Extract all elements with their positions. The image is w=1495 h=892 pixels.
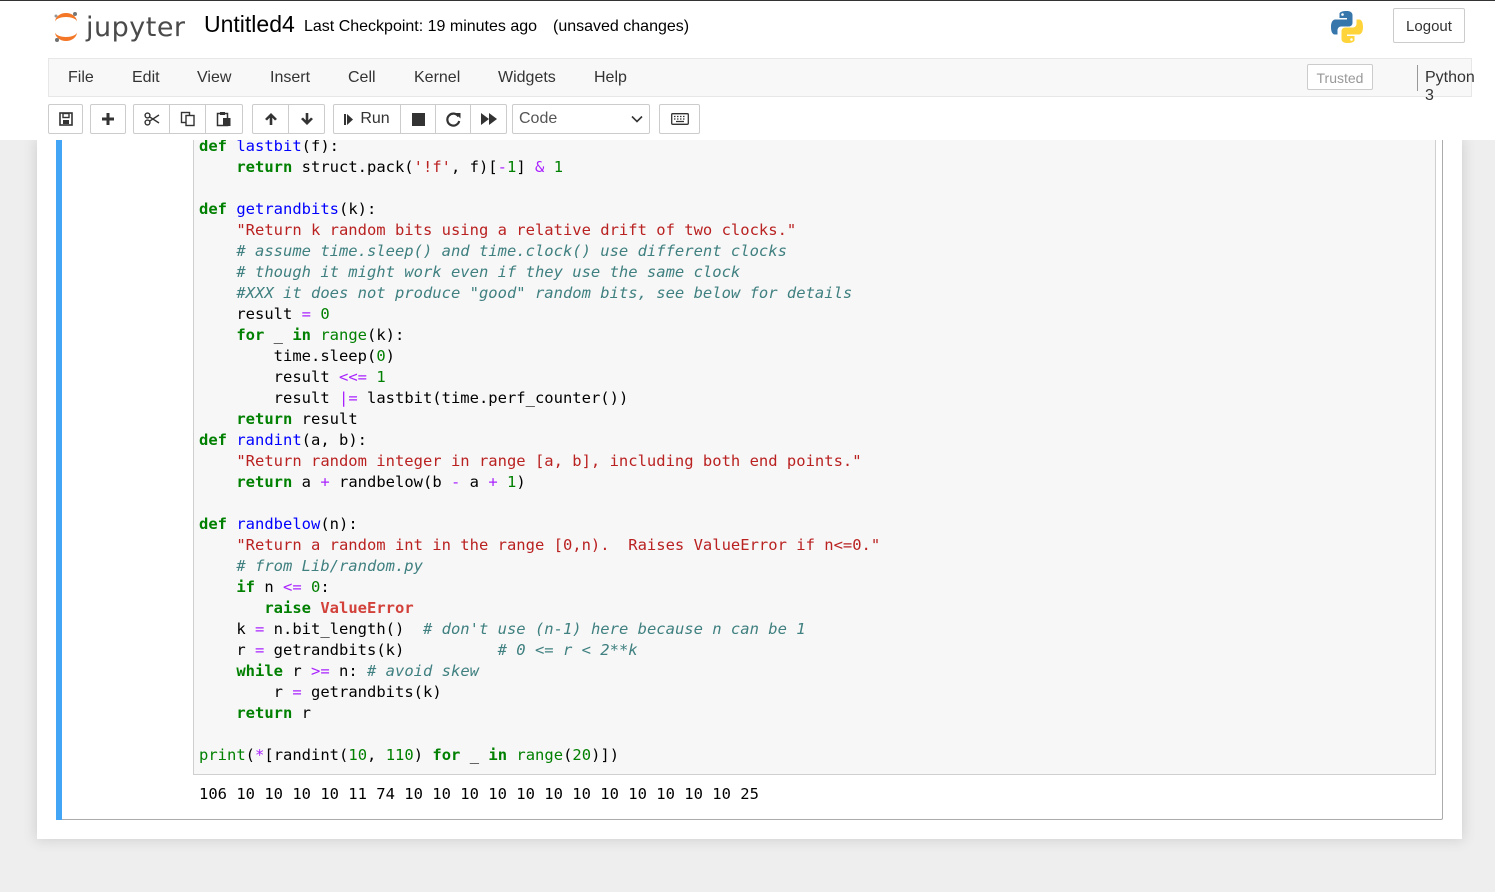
save-icon: [58, 112, 73, 126]
menu-file[interactable]: File: [68, 69, 94, 87]
trusted-indicator[interactable]: Trusted: [1307, 64, 1373, 90]
cell-output: 106 10 10 10 10 11 74 10 10 10 10 10 10 …: [199, 785, 759, 803]
keyboard-icon: [670, 113, 689, 125]
menu-kernel[interactable]: Kernel: [414, 69, 460, 87]
move-up-button[interactable]: [252, 104, 289, 134]
menu-help[interactable]: Help: [594, 69, 627, 87]
notebook-header: jupyter Untitled4 Last Checkpoint: 19 mi…: [0, 0, 1495, 140]
arrow-down-icon: [300, 113, 313, 125]
copy-icon: [180, 111, 195, 127]
autosave-status: (unsaved changes): [553, 18, 690, 35]
restart-kernel-button[interactable]: [435, 104, 471, 134]
stop-icon: [411, 112, 425, 126]
paste-icon: [216, 112, 231, 127]
cell-type-select[interactable]: Code: [512, 104, 650, 134]
jupyter-logo-icon: [54, 12, 77, 42]
chevron-down-icon: [631, 115, 643, 123]
notebook-name[interactable]: Untitled4: [204, 11, 295, 38]
restart-icon: [445, 112, 460, 127]
cut-button[interactable]: [133, 104, 170, 134]
code-input[interactable]: def lastbit(f): return struct.pack('!f',…: [199, 136, 880, 766]
scissors-icon: [143, 112, 159, 126]
interrupt-kernel-button[interactable]: [400, 104, 436, 134]
menu-insert[interactable]: Insert: [270, 69, 310, 87]
cell-type-value: Code: [519, 110, 558, 127]
plus-icon: [102, 113, 114, 125]
kernel-name[interactable]: Python 3: [1425, 69, 1475, 105]
move-down-button[interactable]: [288, 104, 325, 134]
save-button[interactable]: [48, 104, 83, 134]
copy-button[interactable]: [169, 104, 206, 134]
python-logo-icon: [1331, 11, 1363, 43]
insert-cell-button[interactable]: [90, 104, 126, 134]
checkpoint-status: Last Checkpoint: 19 minutes ago: [304, 18, 538, 35]
code-cell[interactable]: def lastbit(f): return struct.pack('!f',…: [56, 137, 1443, 820]
run-label: Run: [360, 110, 390, 127]
fast-forward-icon: [480, 113, 497, 125]
run-icon: [344, 113, 354, 125]
jupyter-logo-text: jupyter: [86, 11, 186, 43]
code-editor[interactable]: def lastbit(f): return struct.pack('!f',…: [193, 137, 1436, 775]
paste-button[interactable]: [205, 104, 243, 134]
arrow-up-icon: [264, 113, 277, 125]
kernel-separator: [1417, 65, 1418, 91]
selected-cell-indicator: [56, 140, 62, 820]
jupyter-logo[interactable]: jupyter: [52, 9, 186, 45]
menu-edit[interactable]: Edit: [132, 69, 160, 87]
menu-bar: File Edit View Insert Cell Kernel Widget…: [48, 58, 1475, 104]
menu-view[interactable]: View: [197, 69, 231, 87]
command-palette-button[interactable]: [659, 104, 700, 134]
run-button[interactable]: Run: [333, 104, 401, 134]
restart-run-all-button[interactable]: [470, 104, 507, 134]
logout-button[interactable]: Logout: [1393, 8, 1465, 43]
menu-widgets[interactable]: Widgets: [498, 69, 556, 87]
menu-cell[interactable]: Cell: [348, 69, 376, 87]
notebook-container: def lastbit(f): return struct.pack('!f',…: [37, 137, 1462, 839]
